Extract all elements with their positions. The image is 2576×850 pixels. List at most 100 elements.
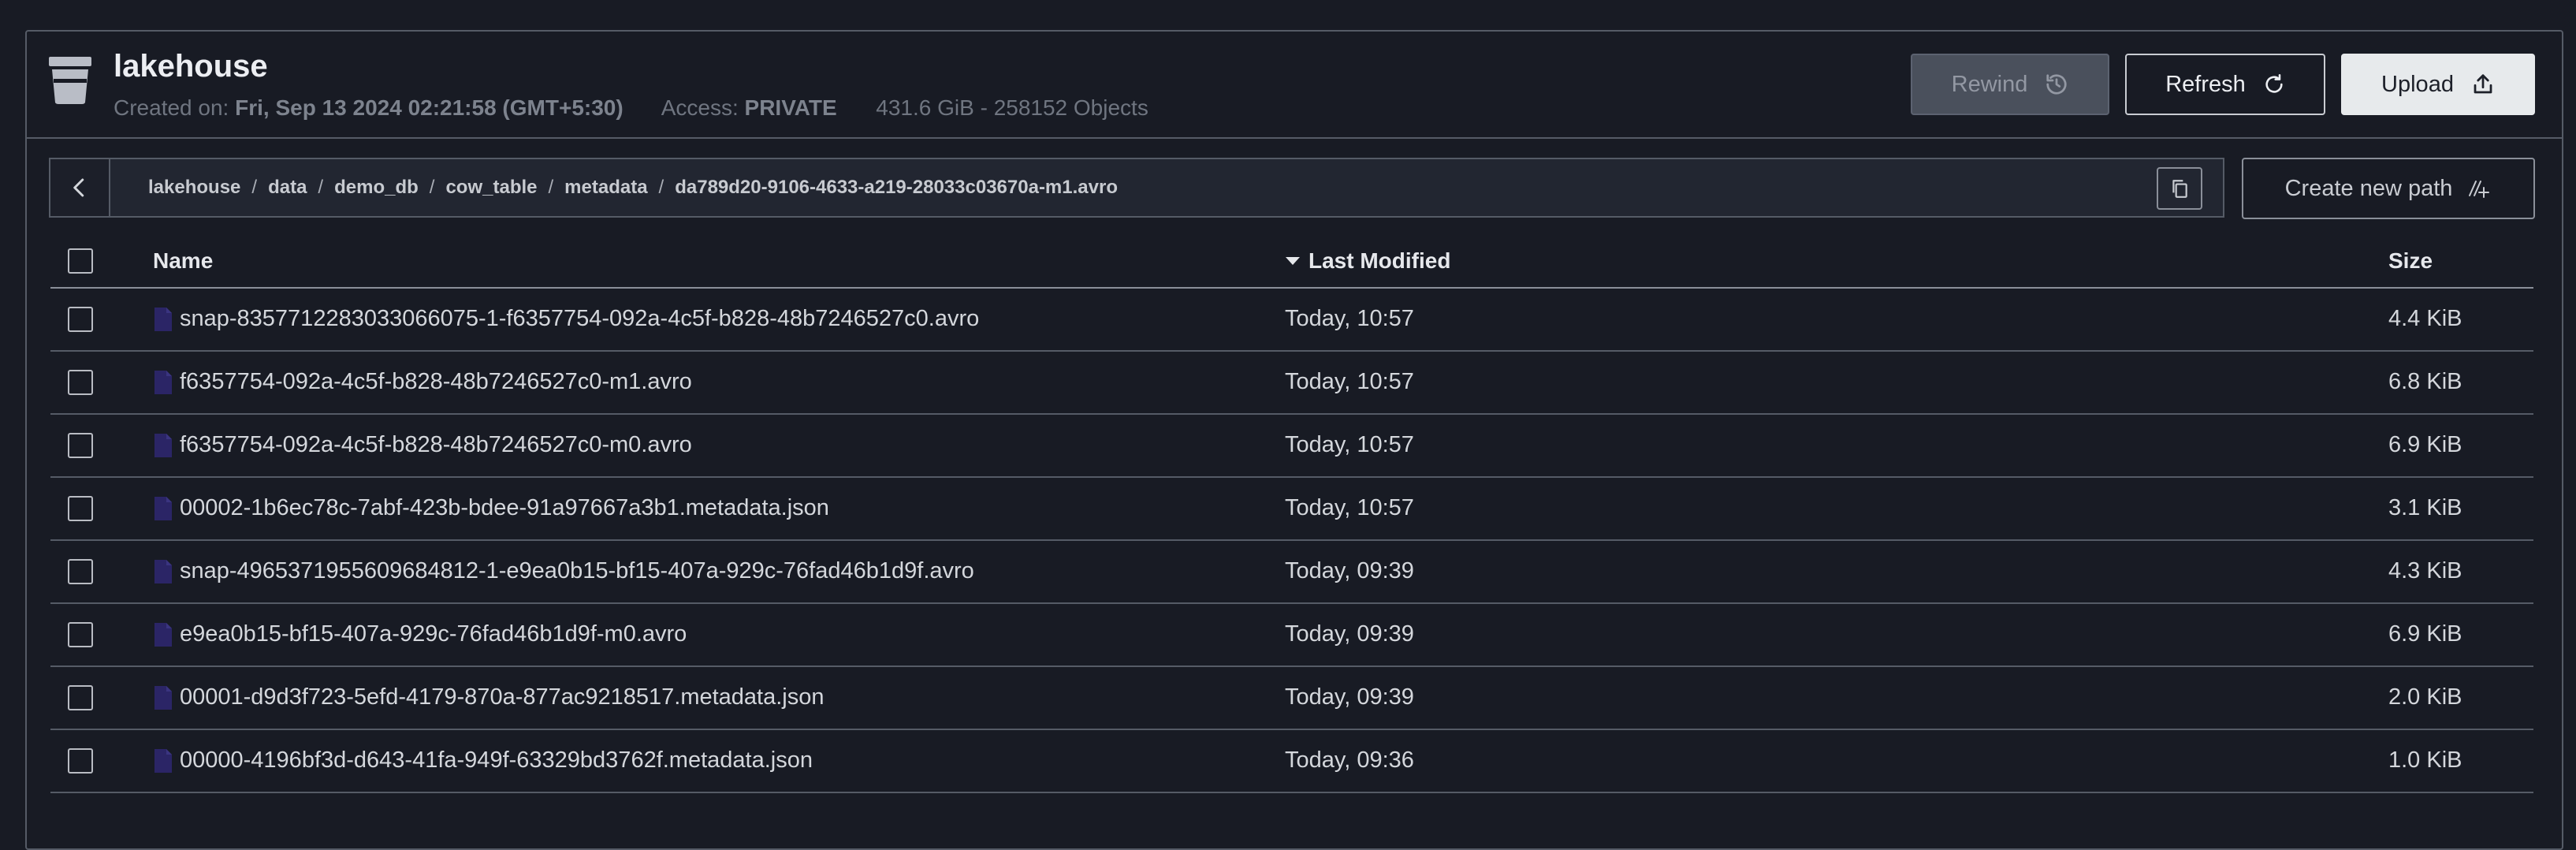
breadcrumb-segment[interactable]: da789d20-9106-4633-a219-28033c03670a-m1.…: [675, 177, 1118, 199]
breadcrumb-separator: /: [658, 177, 664, 198]
size-cell: 6.9 KiB: [2388, 432, 2462, 457]
row-checkbox[interactable]: [68, 685, 93, 710]
file-name: 00001-d9d3f723-5efd-4179-870a-877ac92185…: [180, 684, 825, 710]
bucket-panel: lakehouse Created on: Fri, Sep 13 2024 0…: [25, 30, 2563, 850]
last-modified-cell: Today, 10:57: [1285, 432, 1414, 457]
table-row[interactable]: 00002-1b6ec78c-7abf-423b-bdee-91a97667a3…: [50, 478, 2533, 541]
size-cell: 4.4 KiB: [2388, 306, 2462, 331]
file-name-cell[interactable]: 00001-d9d3f723-5efd-4179-870a-877ac92185…: [153, 684, 825, 710]
breadcrumb-segment[interactable]: metadata: [564, 177, 647, 199]
rewind-label: Rewind: [1951, 71, 2028, 97]
file-icon: [154, 748, 172, 773]
last-modified-cell: Today, 09:39: [1285, 684, 1414, 710]
row-checkbox[interactable]: [68, 496, 93, 521]
breadcrumb-segment[interactable]: data: [268, 177, 307, 199]
create-new-path-button[interactable]: Create new path: [2242, 158, 2535, 219]
file-name-cell[interactable]: snap-4965371955609684812-1-e9ea0b15-bf15…: [153, 558, 974, 584]
row-checkbox[interactable]: [68, 748, 93, 774]
file-icon: [154, 307, 172, 331]
size-cell: 6.9 KiB: [2388, 621, 2462, 647]
table-row[interactable]: f6357754-092a-4c5f-b828-48b7246527c0-m1.…: [50, 352, 2533, 415]
table-row[interactable]: f6357754-092a-4c5f-b828-48b7246527c0-m0.…: [50, 415, 2533, 478]
file-icon: [154, 496, 172, 520]
rewind-button[interactable]: Rewind: [1911, 54, 2109, 115]
last-modified-cell: Today, 10:57: [1285, 495, 1414, 520]
created-label: Created on:: [114, 95, 229, 120]
file-name-cell[interactable]: 00000-4196bf3d-d643-41fa-949f-63329bd376…: [153, 747, 813, 774]
last-modified-label: Last Modified: [1308, 248, 1451, 273]
file-name: 00000-4196bf3d-d643-41fa-949f-63329bd376…: [180, 747, 813, 773]
file-name: e9ea0b15-bf15-407a-929c-76fad46b1d9f-m0.…: [180, 621, 687, 647]
copy-icon: [2172, 180, 2187, 198]
objects-table: Name Last Modified Size snap-83577122830…: [50, 233, 2533, 793]
file-name: f6357754-092a-4c5f-b828-48b7246527c0-m0.…: [180, 432, 692, 457]
last-modified-cell: Today, 10:57: [1285, 306, 1414, 331]
column-header-size[interactable]: Size: [2388, 248, 2433, 274]
row-checkbox[interactable]: [68, 370, 93, 395]
file-name-cell[interactable]: f6357754-092a-4c5f-b828-48b7246527c0-m1.…: [153, 369, 692, 395]
file-icon: [154, 559, 172, 583]
file-name: 00002-1b6ec78c-7abf-423b-bdee-91a97667a3…: [180, 495, 829, 520]
select-all-checkbox[interactable]: [68, 248, 93, 274]
size-cell: 2.0 KiB: [2388, 684, 2462, 710]
last-modified-cell: Today, 09:39: [1285, 558, 1414, 583]
refresh-label: Refresh: [2165, 71, 2246, 97]
table-row[interactable]: snap-4965371955609684812-1-e9ea0b15-bf15…: [50, 541, 2533, 604]
size-cell: 4.3 KiB: [2388, 558, 2462, 583]
row-checkbox[interactable]: [68, 559, 93, 584]
file-icon: [154, 622, 172, 647]
history-icon: [2046, 74, 2067, 95]
breadcrumb-separator: /: [251, 177, 258, 198]
path-bar: lakehouse / data / demo_db / cow_table / metadat…: [49, 158, 2224, 218]
breadcrumb: lakehouse / data / demo_db / cow_table / metadat…: [148, 177, 1118, 199]
breadcrumb-separator: /: [318, 177, 324, 198]
file-icon: [154, 370, 172, 394]
breadcrumb-segment[interactable]: demo_db: [334, 177, 419, 199]
file-icon: [154, 685, 172, 710]
table-row[interactable]: e9ea0b15-bf15-407a-929c-76fad46b1d9f-m0.…: [50, 604, 2533, 667]
column-header-name[interactable]: Name: [153, 248, 213, 274]
back-button[interactable]: [50, 159, 110, 216]
bucket-header: lakehouse Created on: Fri, Sep 13 2024 0…: [27, 32, 2562, 139]
access-value: PRIVATE: [744, 95, 837, 120]
file-name: snap-8357712283033066075-1-f6357754-092a…: [180, 306, 980, 331]
row-checkbox[interactable]: [68, 307, 93, 332]
size-cell: 3.1 KiB: [2388, 495, 2462, 520]
last-modified-cell: Today, 09:36: [1285, 747, 1414, 773]
access-label: Access:: [661, 95, 739, 120]
last-modified-cell: Today, 10:57: [1285, 369, 1414, 394]
file-name-cell[interactable]: snap-8357712283033066075-1-f6357754-092a…: [153, 306, 979, 332]
breadcrumb-segment[interactable]: cow_table: [445, 177, 537, 199]
column-header-last-modified[interactable]: Last Modified: [1285, 248, 1450, 274]
bucket-name: lakehouse: [114, 49, 268, 84]
created-value: Fri, Sep 13 2024 02:21:58 (GMT+5:30): [235, 95, 624, 120]
table-row[interactable]: 00000-4196bf3d-d643-41fa-949f-63329bd376…: [50, 730, 2533, 793]
upload-button[interactable]: Upload: [2341, 54, 2535, 115]
bucket-meta: Created on: Fri, Sep 13 2024 02:21:58 (G…: [114, 95, 1148, 121]
file-name: f6357754-092a-4c5f-b828-48b7246527c0-m1.…: [180, 369, 692, 394]
breadcrumb-separator: /: [429, 177, 435, 198]
table-body: snap-8357712283033066075-1-f6357754-092a…: [50, 289, 2533, 793]
refresh-button[interactable]: Refresh: [2125, 54, 2325, 115]
copy-path-button[interactable]: [2157, 167, 2202, 210]
refresh-icon: [2265, 74, 2283, 93]
size-cell: 1.0 KiB: [2388, 747, 2462, 773]
upload-label: Upload: [2381, 71, 2454, 97]
bucket-icon: [49, 57, 91, 104]
new-path-icon: [2469, 181, 2490, 198]
breadcrumb-separator: /: [548, 177, 554, 198]
chevron-left-icon: [73, 178, 84, 197]
table-row[interactable]: 00001-d9d3f723-5efd-4179-870a-877ac92185…: [50, 667, 2533, 730]
create-new-path-label: Create new path: [2284, 175, 2453, 201]
file-name-cell[interactable]: e9ea0b15-bf15-407a-929c-76fad46b1d9f-m0.…: [153, 621, 687, 647]
file-name-cell[interactable]: 00002-1b6ec78c-7abf-423b-bdee-91a97667a3…: [153, 495, 829, 521]
bucket-usage: 431.6 GiB - 258152 Objects: [876, 95, 1148, 120]
table-row[interactable]: snap-8357712283033066075-1-f6357754-092a…: [50, 289, 2533, 352]
file-name-cell[interactable]: f6357754-092a-4c5f-b828-48b7246527c0-m0.…: [153, 432, 692, 458]
row-checkbox[interactable]: [68, 622, 93, 647]
size-cell: 6.8 KiB: [2388, 369, 2462, 394]
sort-desc-icon: [1286, 257, 1300, 265]
file-name: snap-4965371955609684812-1-e9ea0b15-bf15…: [180, 558, 974, 583]
row-checkbox[interactable]: [68, 433, 93, 458]
breadcrumb-segment[interactable]: lakehouse: [148, 177, 240, 199]
